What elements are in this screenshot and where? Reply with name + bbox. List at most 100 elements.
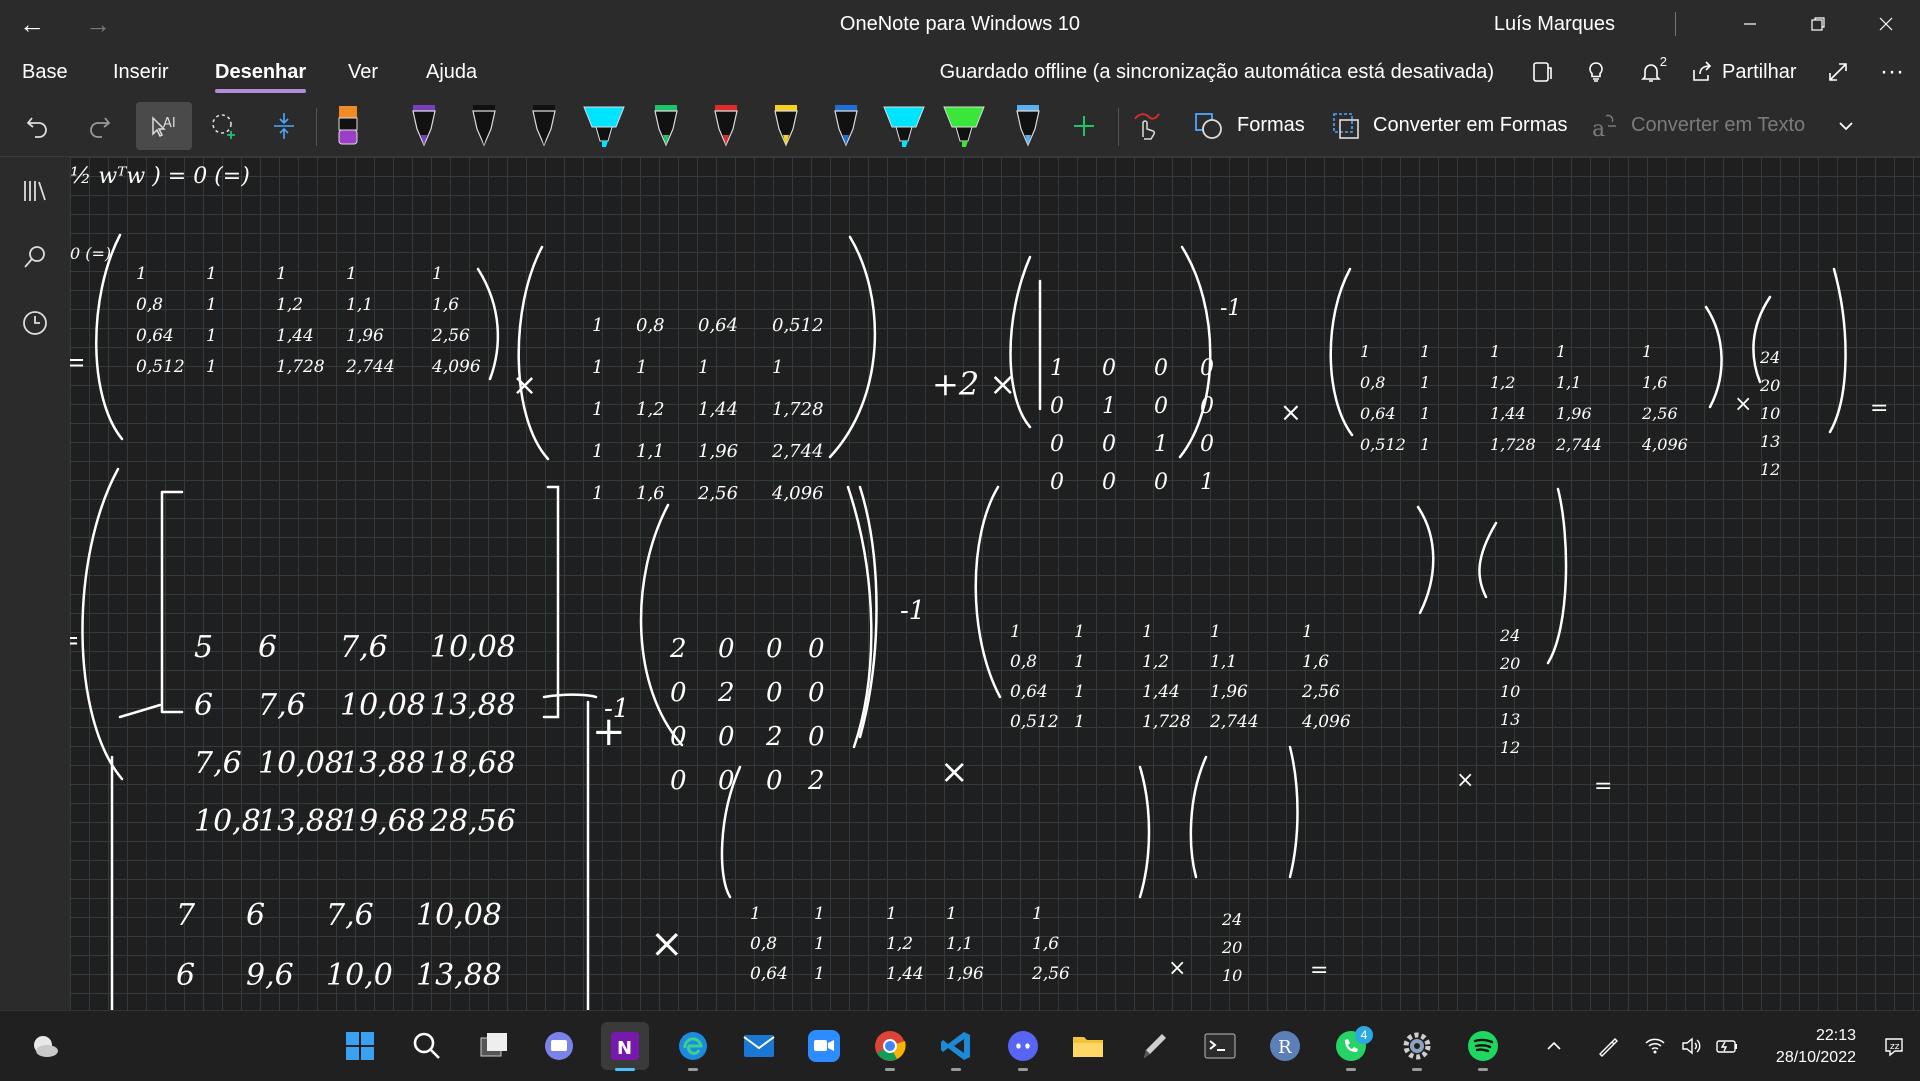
pen-purple-button[interactable] — [400, 102, 448, 150]
taskbar-mail-button[interactable] — [735, 1022, 783, 1070]
bracket-m-right — [542, 693, 598, 1010]
taskbar-onenote-button[interactable]: N — [601, 1022, 649, 1071]
taskbar-task-view-button[interactable] — [470, 1022, 518, 1070]
tab-ver[interactable]: Ver — [348, 61, 378, 84]
convert-shapes-label[interactable]: Converter em Formas — [1373, 114, 1568, 137]
taskbar-r-app-button[interactable]: R — [1261, 1022, 1309, 1070]
taskbar-teams-chat-button[interactable] — [535, 1022, 583, 1070]
pen-menu-icon[interactable] — [1588, 1022, 1628, 1070]
highlighter-cyan-2-button[interactable] — [880, 102, 928, 150]
tab-ajuda[interactable]: Ajuda — [426, 61, 477, 84]
redo-icon — [90, 117, 111, 138]
settings-icon — [1403, 1032, 1431, 1060]
highlighter-cyan-button[interactable] — [580, 102, 628, 150]
paren-y4-left — [1189, 755, 1208, 879]
xtx-matrix-cell: 7,6 — [258, 688, 306, 723]
pen-black-2-button[interactable] — [520, 102, 568, 150]
search-button[interactable] — [11, 233, 59, 281]
lasso-icon — [212, 114, 235, 139]
diag-matrix-cell: 0 — [670, 722, 687, 752]
sync-status[interactable]: Guardado offline (a sincronização automá… — [940, 61, 1494, 84]
show-hidden-icons-button[interactable] — [1534, 1022, 1574, 1070]
more-options-icon[interactable]: ··· — [1872, 56, 1912, 88]
running-indicator — [688, 1068, 698, 1071]
note-canvas[interactable]: ½ wᵀw ) = 0 (=) 0 (=) = = — [70, 157, 1920, 1010]
taskbar-start-button[interactable] — [336, 1022, 384, 1070]
tab-base[interactable]: Base — [22, 61, 68, 84]
highlighter-green-button[interactable] — [940, 102, 988, 150]
xt-matrix-4-cell: 1 — [1032, 904, 1043, 924]
pen-red-button[interactable] — [702, 102, 750, 150]
convert-shapes-icon[interactable] — [1330, 110, 1362, 142]
share-button[interactable]: Partilhar — [1690, 56, 1796, 88]
pen-yellow-button[interactable] — [762, 102, 810, 150]
add-space-button[interactable] — [260, 102, 308, 150]
undo-button[interactable] — [14, 102, 62, 150]
tab-inserir[interactable]: Inserir — [113, 61, 169, 84]
draw-toolbar: AI Formas Converter em Formas a Converte… — [0, 96, 1920, 157]
system-clock[interactable]: 22:13 28/10/2022 — [1776, 1025, 1856, 1069]
fullscreen-icon[interactable] — [1818, 56, 1858, 88]
title-bar: ← → OneNote para Windows 10 Luís Marques — [0, 0, 1920, 48]
xt-matrix-3-cell: 0,64 — [1010, 682, 1048, 702]
m-matrix-cell: 9,6 — [246, 958, 294, 993]
pen-black-button[interactable] — [460, 102, 508, 150]
xt-matrix-cell: 1 — [206, 326, 217, 346]
notification-center-icon[interactable]: zz — [1874, 1022, 1914, 1070]
ink-times: × — [1456, 768, 1474, 793]
taskbar-chrome-button[interactable] — [866, 1022, 914, 1071]
add-pen-button[interactable] — [1060, 102, 1108, 150]
minimize-button[interactable] — [1716, 0, 1784, 48]
ribbon-tabs: Base Inserir Desenhar Ver Ajuda Guardado… — [0, 48, 1920, 96]
whatsapp-badge: 4 — [1355, 1026, 1373, 1044]
touch-drawing-button[interactable] — [1122, 102, 1170, 150]
taskbar-zoom-button[interactable] — [800, 1022, 848, 1070]
pen-green-button[interactable] — [642, 102, 690, 150]
taskbar-whatsapp-button[interactable]: 4 — [1327, 1022, 1375, 1071]
lasso-select-button[interactable] — [200, 102, 248, 150]
wifi-icon[interactable] — [1638, 1022, 1672, 1070]
close-button[interactable] — [1852, 0, 1920, 48]
taskbar-weather-button[interactable] — [20, 1022, 68, 1070]
taskbar-file-explorer-button[interactable] — [1064, 1022, 1112, 1070]
taskbar-spotify-button[interactable] — [1459, 1022, 1507, 1071]
highlighter-green-icon — [943, 106, 985, 147]
taskbar-pen-app-button[interactable] — [1130, 1022, 1178, 1070]
running-indicator — [1346, 1068, 1356, 1071]
x-matrix-cell: 1 — [698, 357, 709, 378]
battery-icon[interactable] — [1710, 1022, 1744, 1070]
pen-lightblue-button[interactable] — [1004, 102, 1052, 150]
eraser-button[interactable] — [324, 102, 372, 150]
user-name[interactable]: Luís Marques — [1494, 13, 1615, 36]
page-icon[interactable] — [1522, 56, 1562, 88]
taskbar-settings-button[interactable] — [1393, 1022, 1441, 1071]
taskbar-terminal-button[interactable] — [1196, 1022, 1244, 1070]
lasso-type-select-button[interactable]: AI — [136, 102, 192, 150]
notebooks-button[interactable] — [11, 167, 59, 215]
volume-icon[interactable] — [1674, 1022, 1708, 1070]
ink-times: × — [1280, 398, 1302, 428]
taskbar-discord-button[interactable] — [999, 1022, 1047, 1071]
bracket-m-left — [110, 703, 162, 1010]
xt-matrix-4-cell: 1,1 — [946, 934, 973, 954]
y-vector-cell: 12 — [1500, 738, 1520, 757]
taskbar-vscode-button[interactable] — [932, 1022, 980, 1071]
undo-icon — [26, 117, 47, 138]
lightbulb-icon[interactable] — [1576, 56, 1616, 88]
restore-button[interactable] — [1784, 0, 1852, 48]
xt-matrix-2-cell: 1 — [1490, 342, 1500, 361]
tab-desenhar[interactable]: Desenhar — [215, 61, 307, 93]
running-indicator — [1018, 1068, 1028, 1071]
shapes-icon[interactable] — [1193, 110, 1225, 142]
taskbar-search-button[interactable] — [403, 1022, 451, 1070]
taskbar-edge-button[interactable] — [669, 1022, 717, 1071]
shapes-label[interactable]: Formas — [1237, 114, 1305, 137]
identity-matrix-cell: 0 — [1102, 432, 1116, 457]
recent-notes-button[interactable] — [11, 299, 59, 347]
ink-inverse-2: -1 — [900, 596, 925, 626]
toolbar-expand-button[interactable] — [1822, 102, 1870, 150]
pen-blue-button[interactable] — [822, 102, 870, 150]
redo-button[interactable] — [75, 102, 123, 150]
notifications-bell-icon[interactable]: 2 — [1631, 54, 1671, 88]
ink-line-two: 0 (=) — [70, 244, 111, 263]
